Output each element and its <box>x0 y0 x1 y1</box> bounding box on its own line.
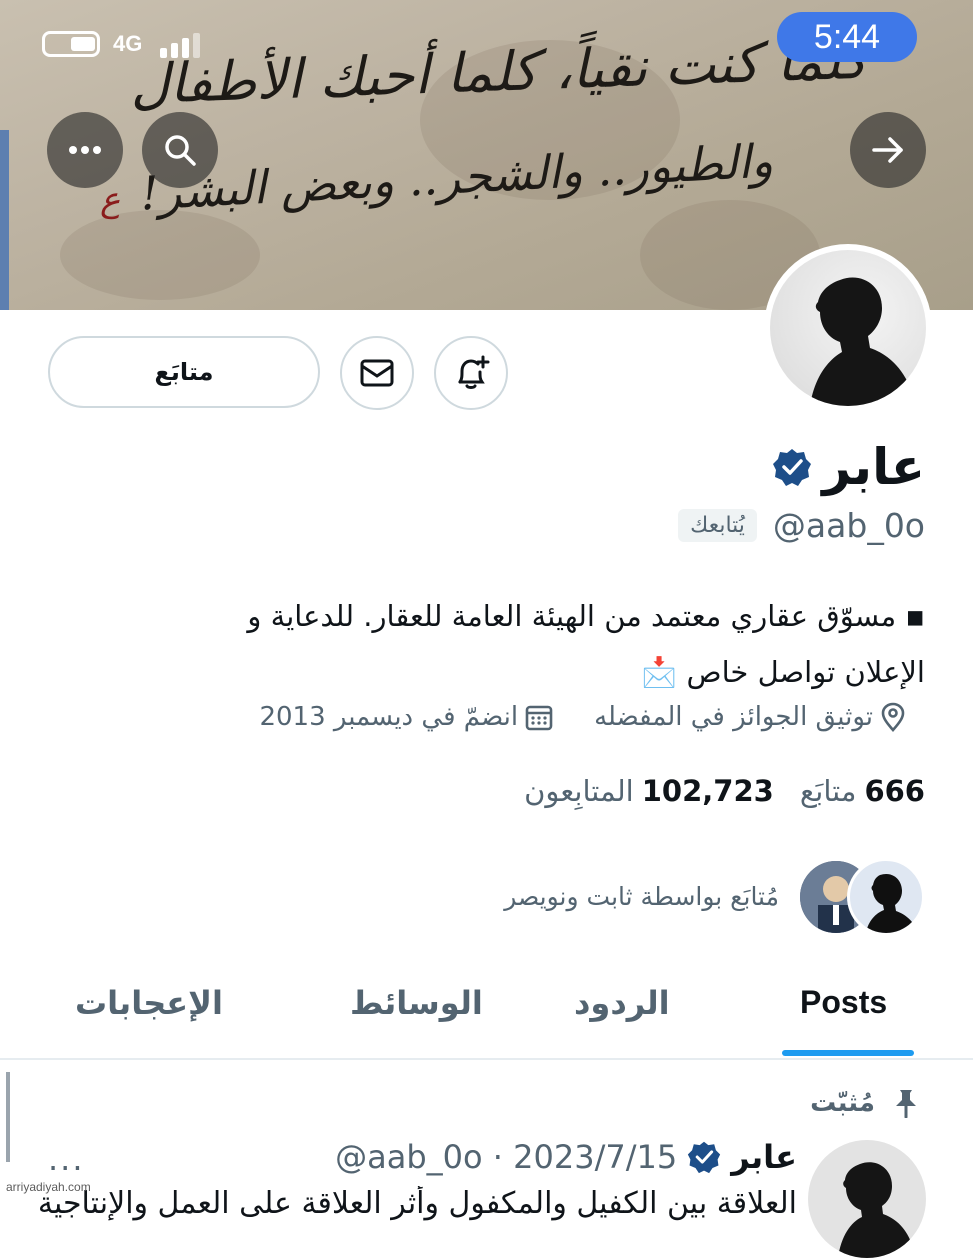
profile-tabs: Posts الردود الوسائط الإعجابات <box>0 960 973 1060</box>
verified-badge-icon[interactable] <box>772 447 812 487</box>
scroll-indicator <box>6 1072 10 1162</box>
follow-stats: 666متابَع 102,723المتابِعون <box>524 774 925 808</box>
status-time: 5:44 <box>777 12 917 62</box>
bio-line: ▪ مسوّق عقاري معتمد من الهيئة العامة للع… <box>247 599 925 633</box>
profile-avatar[interactable] <box>764 244 932 412</box>
search-button[interactable] <box>142 112 218 188</box>
silhouette-image <box>810 277 916 406</box>
followers-label: المتابِعون <box>524 774 634 808</box>
bio-line: الإعلان تواصل خاص 📩 <box>641 655 925 689</box>
mutual-avatars <box>797 856 925 936</box>
forward-button[interactable] <box>850 112 926 188</box>
tab-likes[interactable]: الإعجابات <box>75 984 223 1022</box>
profile-name-row: عابر <box>772 438 925 496</box>
active-tab-indicator <box>782 1050 914 1056</box>
status-bar: 4G 5:44 <box>0 0 973 80</box>
follows-you-badge: يُتابعك <box>678 509 757 542</box>
joined-item: انضمّ في ديسمبر 2013 <box>259 702 554 732</box>
mutual-avatar <box>847 858 925 936</box>
post-author-name[interactable]: عابر <box>731 1138 797 1176</box>
verified-badge-icon <box>688 1141 721 1174</box>
more-options-button[interactable] <box>47 112 123 188</box>
tab-posts[interactable]: Posts <box>800 984 887 1021</box>
followed-by-text: مُتابَع بواسطة ثابت ونويصر <box>504 881 779 911</box>
network-type: 4G <box>113 31 143 56</box>
banner-texture <box>60 210 260 300</box>
message-button[interactable] <box>340 336 414 410</box>
profile-meta: توثيق الجوائز في المفضله انضمّ في ديسمبر… <box>259 702 907 732</box>
following-label: متابَع <box>799 774 857 808</box>
following-count: 666 <box>864 774 925 808</box>
followed-by-row[interactable]: مُتابَع بواسطة ثابت ونويصر <box>504 856 925 936</box>
profile-location: توثيق الجوائز في المفضله <box>594 702 873 732</box>
post-header: عابر @aab_0o · 2023/7/15 <box>335 1138 797 1176</box>
profile-handle: @aab_0o <box>772 506 925 545</box>
profile-joined-date: انضمّ في ديسمبر 2013 <box>259 702 519 732</box>
post-handle-date: @aab_0o · 2023/7/15 <box>335 1138 678 1176</box>
pinned-indicator: مُثبّت <box>810 1088 919 1118</box>
post-author-avatar[interactable] <box>808 1140 926 1258</box>
silhouette-image <box>838 1162 916 1258</box>
pinned-label: مُثبّت <box>810 1088 875 1118</box>
avatar-image <box>770 250 926 406</box>
followers-stat[interactable]: 102,723المتابِعون <box>524 774 774 808</box>
tab-media[interactable]: الوسائط <box>350 984 483 1022</box>
profile-bio: ▪ مسوّق عقاري معتمد من الهيئة العامة للع… <box>105 588 925 700</box>
handle-row: يُتابعك @aab_0o <box>678 506 925 545</box>
watermark: arriyadiyah.com <box>6 1180 91 1194</box>
following-button[interactable]: متابَع <box>48 336 320 408</box>
tab-replies[interactable]: الردود <box>574 984 670 1022</box>
battery-icon <box>42 31 100 57</box>
envelope-icon <box>360 359 394 387</box>
notifications-button[interactable] <box>434 336 508 410</box>
calendar-icon <box>525 705 553 731</box>
location-pin-icon <box>881 702 905 732</box>
search-icon <box>165 135 196 166</box>
post-more-button[interactable]: ... <box>48 1140 85 1178</box>
location-item: توثيق الجوائز في المفضله <box>594 702 907 732</box>
banner-graffiti-signature: ع <box>100 180 121 220</box>
more-horizontal-icon <box>69 146 101 154</box>
following-stat[interactable]: 666متابَع <box>800 774 925 808</box>
signal-strength-icon <box>160 32 208 58</box>
pin-icon <box>896 1090 916 1118</box>
profile-name: عابر <box>822 438 925 496</box>
post-text: العلاقة بين الكفيل والمكفول وأثر العلاقة… <box>37 1186 797 1221</box>
bell-plus-icon <box>458 355 490 389</box>
banner-edge <box>0 130 9 310</box>
arrow-right-icon <box>872 137 903 163</box>
followers-count: 102,723 <box>641 774 774 808</box>
